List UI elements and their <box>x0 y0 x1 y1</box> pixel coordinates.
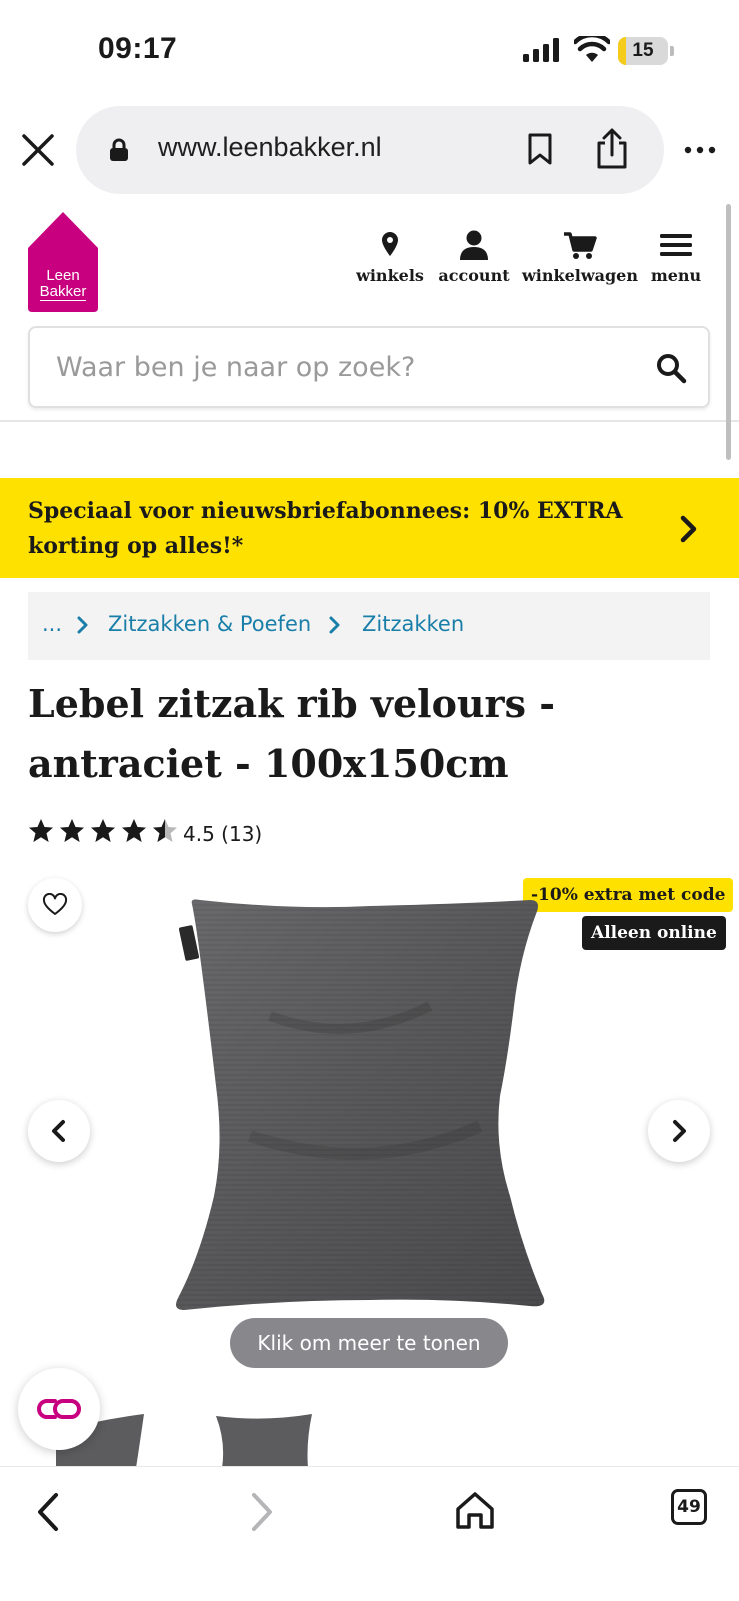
online-only-badge: Alleen online <box>582 916 726 950</box>
back-icon[interactable] <box>24 1487 74 1537</box>
chevron-right-icon <box>329 616 340 634</box>
cart-icon <box>564 232 597 259</box>
show-more-toast[interactable]: Klik om meer te tonen <box>230 1318 508 1368</box>
hamburger-icon <box>660 234 692 256</box>
search-icon[interactable] <box>655 352 687 384</box>
star-icon <box>29 819 53 842</box>
star-icon <box>91 819 115 842</box>
breadcrumb-item-ellipsis[interactable]: ... <box>42 612 62 636</box>
breadcrumb: ... Zitzakken & Poefen Zitzakken <box>28 592 710 660</box>
wifi-icon <box>574 36 610 62</box>
battery-level: 15 <box>632 40 654 61</box>
heart-icon <box>42 893 68 915</box>
signal-icon <box>523 38 559 62</box>
promo-text: Speciaal voor nieuwsbriefabonnees: 10% E… <box>28 498 623 559</box>
more-icon[interactable] <box>683 140 717 160</box>
star-icon <box>60 819 84 842</box>
status-time: 09:17 <box>98 32 178 65</box>
lock-icon <box>110 138 128 161</box>
nav-winkelwagen[interactable]: winkelwagen <box>521 228 639 285</box>
user-icon <box>460 230 488 260</box>
chat-icon <box>37 1399 81 1419</box>
chevron-right-icon <box>680 515 697 543</box>
star-icon <box>122 819 146 842</box>
forward-icon[interactable] <box>236 1487 286 1537</box>
bookmark-icon[interactable] <box>526 132 554 166</box>
product-image[interactable] <box>170 896 570 1346</box>
search-input[interactable] <box>56 346 616 388</box>
chevron-left-icon <box>52 1120 65 1142</box>
share-icon[interactable] <box>594 128 630 170</box>
url-text: www.leenbakker.nl <box>158 132 382 162</box>
next-image-button[interactable] <box>648 1100 710 1162</box>
battery-indicator: 15 <box>618 37 674 65</box>
chevron-right-icon <box>673 1120 686 1142</box>
header-divider <box>0 420 739 422</box>
product-thumbnail[interactable] <box>214 1412 324 1468</box>
location-pin-icon <box>382 232 398 256</box>
url-bar[interactable]: www.leenbakker.nl <box>76 106 664 194</box>
breadcrumb-item-zitzakken[interactable]: Zitzakken <box>362 612 464 636</box>
scrollbar[interactable] <box>726 204 731 460</box>
close-icon[interactable] <box>18 130 58 170</box>
leen-bakker-logo[interactable]: Leen Bakker <box>28 212 98 312</box>
product-title: Lebel zitzak rib velours - antraciet - 1… <box>28 681 555 786</box>
chat-button[interactable] <box>18 1368 100 1450</box>
browser-toolbar: 49 <box>0 1466 739 1601</box>
nav-menu[interactable]: menu <box>649 228 703 285</box>
search-box <box>28 326 710 408</box>
favorite-button[interactable] <box>28 878 82 932</box>
nav-account[interactable]: account <box>437 228 511 285</box>
star-icon <box>153 819 177 842</box>
tabs-icon[interactable]: 49 <box>671 1489 707 1525</box>
status-bar: 09:17 15 <box>0 0 739 100</box>
breadcrumb-item-zitzakken-poefen[interactable]: Zitzakken & Poefen <box>108 612 311 636</box>
home-icon[interactable] <box>450 1487 500 1537</box>
chevron-right-icon <box>77 616 88 634</box>
previous-image-button[interactable] <box>28 1100 90 1162</box>
promo-banner[interactable]: Speciaal voor nieuwsbriefabonnees: 10% E… <box>0 478 739 578</box>
rating-text: 4.5 (13) <box>183 822 263 846</box>
nav-winkels[interactable]: winkels <box>355 228 425 285</box>
